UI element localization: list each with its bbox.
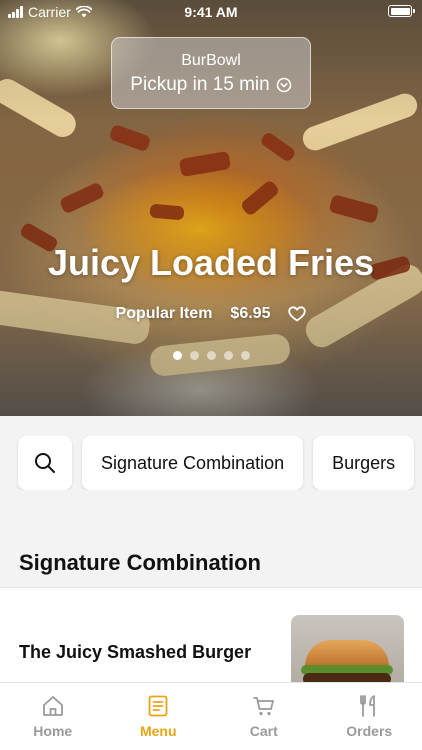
tab-home-label: Home <box>33 723 73 739</box>
carousel-dot[interactable] <box>206 351 216 360</box>
carousel-dots[interactable] <box>0 351 422 360</box>
tab-home[interactable]: Home <box>0 683 106 750</box>
tab-cart[interactable]: Cart <box>211 683 317 750</box>
search-button[interactable] <box>18 436 72 490</box>
category-chip-signature-combination[interactable]: Signature Combination <box>82 436 304 490</box>
hero-price: $6.95 <box>230 305 271 322</box>
menu-item-image <box>291 615 404 684</box>
tab-cart-label: Cart <box>249 723 278 739</box>
orders-icon <box>360 695 376 717</box>
clock: 9:41 AM <box>184 4 238 20</box>
pickup-time: Pickup in 15 min <box>112 74 310 96</box>
menu-icon <box>148 695 168 717</box>
restaurant-name: BurBowl <box>181 52 241 69</box>
carousel-dot[interactable] <box>189 351 199 360</box>
cart-icon <box>252 697 274 716</box>
category-bar: Signature Combination Burgers <box>0 436 422 490</box>
hero-meta: Popular Item $6.95 <box>0 305 422 323</box>
status-bar: Carrier 9:41 AM <box>0 0 422 24</box>
tab-menu-label: Menu <box>139 723 177 739</box>
carousel-dot[interactable] <box>223 351 233 360</box>
tab-bar: Home Menu Cart Orders <box>0 682 422 750</box>
category-chip-burgers[interactable]: Burgers <box>313 436 415 490</box>
popular-tag: Popular Item <box>115 305 213 322</box>
battery-icon <box>388 5 415 17</box>
home-icon <box>42 696 63 716</box>
menu-item[interactable]: The Juicy Smashed Burger <box>0 587 422 684</box>
section-title: Signature Combination <box>19 550 261 575</box>
search-icon <box>35 453 55 473</box>
tab-orders[interactable]: Orders <box>317 683 422 750</box>
tab-orders-label: Orders <box>346 723 393 739</box>
chevron-down-icon <box>276 77 292 93</box>
heart-icon[interactable] <box>288 306 307 322</box>
tab-menu[interactable]: Menu <box>106 683 212 750</box>
pickup-selector[interactable]: BurBowl Pickup in 15 min <box>111 37 311 109</box>
carousel-dot[interactable] <box>172 351 182 360</box>
menu-item-name: The Juicy Smashed Burger <box>19 642 252 662</box>
pickup-label: Pickup in 15 min <box>130 74 270 95</box>
carousel-dot[interactable] <box>240 351 250 360</box>
hero-title: Juicy Loaded Fries <box>47 242 375 283</box>
